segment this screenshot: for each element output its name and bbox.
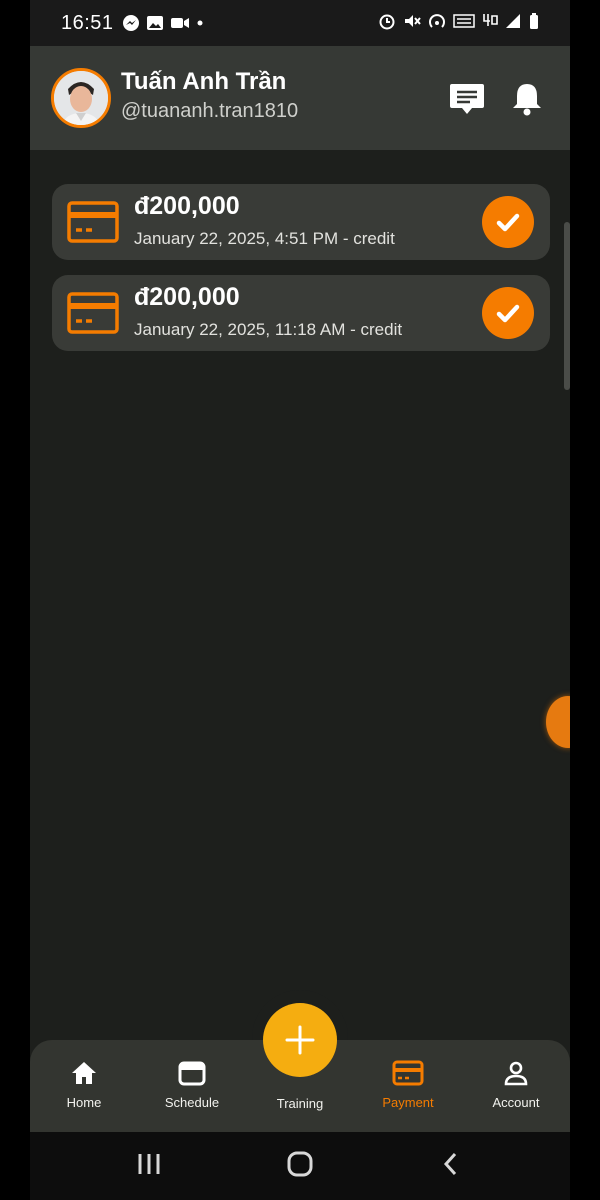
nav-item-schedule[interactable]: Schedule: [152, 1060, 232, 1110]
avatar-image: [54, 71, 108, 125]
hotspot-icon: [429, 14, 445, 28]
profile-header: Tuấn Anh Trần @tuananh.tran1810: [30, 46, 570, 150]
dot-icon: [197, 20, 203, 26]
gallery-icon: [146, 16, 163, 30]
nav-label-account: Account: [492, 1095, 540, 1110]
transaction-item[interactable]: đ200,000 January 22, 2025, 11:18 AM - cr…: [52, 275, 550, 351]
transaction-item[interactable]: đ200,000 January 22, 2025, 4:51 PM - cre…: [52, 184, 550, 260]
app-screen: 16:51 Tuấn Anh Trần @tuananh.tran1810 đ2…: [30, 0, 570, 1200]
nav-item-training[interactable]: Training: [260, 1092, 340, 1111]
back-icon[interactable]: [440, 1150, 462, 1178]
mute-icon: [405, 15, 421, 27]
message-icon[interactable]: [448, 80, 486, 118]
bell-icon[interactable]: [508, 80, 546, 118]
transaction-meta: January 22, 2025, 4:51 PM - credit: [134, 229, 395, 248]
nav-label-payment: Payment: [382, 1095, 434, 1110]
nav-item-account[interactable]: Account: [476, 1060, 556, 1110]
card-icon: [67, 201, 119, 243]
floating-chat-bubble[interactable]: [546, 696, 570, 748]
messenger-icon: [122, 15, 139, 31]
signal-icon: [506, 14, 520, 28]
status-bar: 16:51: [30, 0, 570, 46]
avatar[interactable]: [51, 68, 111, 128]
system-nav-bar: [30, 1132, 570, 1200]
scrollbar[interactable]: [564, 222, 570, 390]
user-name: Tuấn Anh Trần: [121, 68, 287, 95]
recent-apps-icon[interactable]: [136, 1150, 162, 1178]
video-icon: [170, 18, 189, 28]
status-system-icons: [378, 12, 540, 30]
alarm-icon: [379, 14, 395, 30]
4g-icon: [483, 14, 498, 26]
transaction-amount: đ200,000: [134, 192, 240, 220]
transaction-amount: đ200,000: [134, 283, 240, 311]
status-check-badge: [482, 196, 534, 248]
nav-label-training: Training: [276, 1096, 324, 1111]
transaction-list: đ200,000 January 22, 2025, 4:51 PM - cre…: [52, 184, 550, 366]
nav-label-home: Home: [66, 1095, 102, 1110]
account-icon: [504, 1061, 528, 1086]
check-icon: [496, 304, 520, 323]
volte-icon: [453, 14, 475, 28]
plus-icon: [285, 1025, 315, 1055]
check-icon: [496, 213, 520, 232]
nav-item-payment[interactable]: Payment: [368, 1060, 448, 1110]
transaction-meta: January 22, 2025, 11:18 AM - credit: [134, 320, 403, 339]
add-training-button[interactable]: [263, 1003, 337, 1077]
user-handle: @tuananh.tran1810: [121, 100, 299, 122]
home-button-icon[interactable]: [286, 1150, 314, 1178]
calendar-icon: [178, 1061, 206, 1086]
card-icon: [392, 1060, 424, 1086]
nav-label-schedule: Schedule: [164, 1095, 220, 1110]
battery-icon: [530, 13, 538, 29]
status-time: 16:51: [61, 11, 114, 34]
status-check-badge: [482, 287, 534, 339]
card-icon: [67, 292, 119, 334]
home-icon: [72, 1062, 96, 1084]
nav-item-home[interactable]: Home: [44, 1060, 124, 1110]
status-notification-icons: [122, 14, 204, 32]
